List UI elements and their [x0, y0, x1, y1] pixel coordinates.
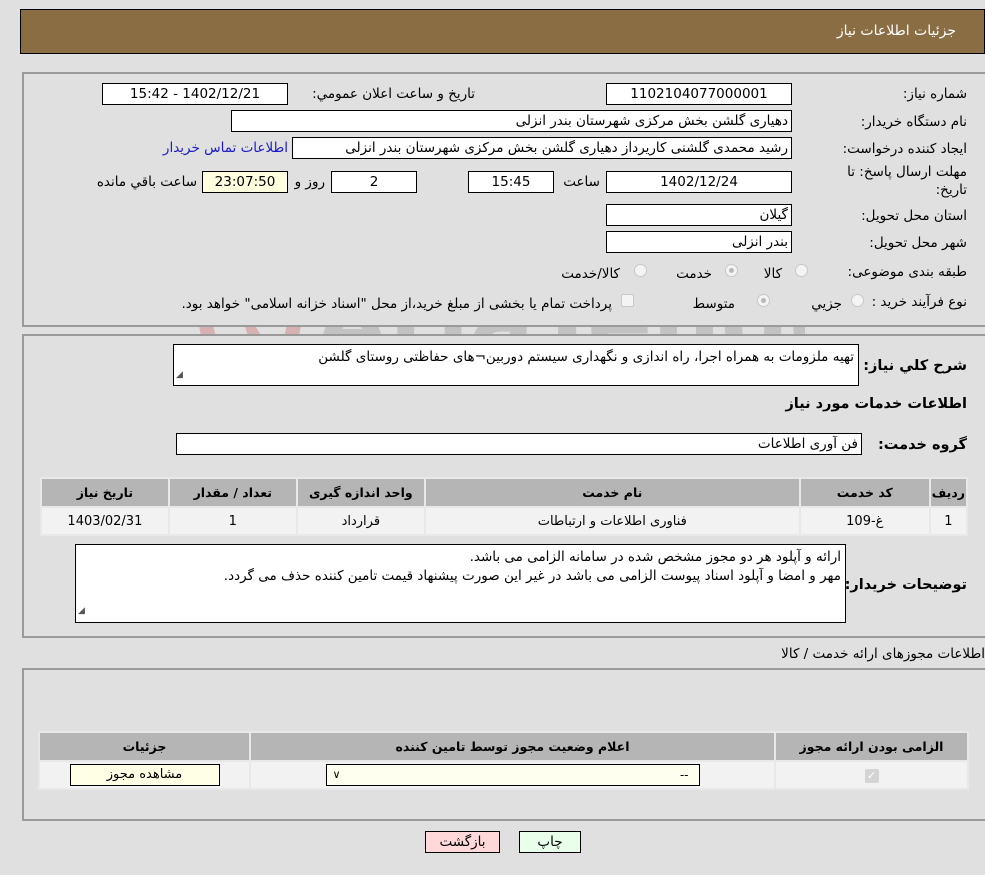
- permit-required-checkbox: ✓: [864, 768, 879, 783]
- cell-row-number: 1: [928, 506, 969, 536]
- process-minor-label: جزیي: [811, 296, 842, 312]
- cell-unit: قرارداد: [295, 506, 426, 536]
- table-row: 1 غ-109 فناوری اطلاعات و ارتباطات قراردا…: [40, 506, 969, 536]
- city-label: شهر محل تحویل:: [869, 235, 967, 251]
- col-permit-status: اعلام وضعیت مجوز توسط تامین کننده: [249, 731, 776, 762]
- page-title: جزئیات اطلاعات نیاز: [836, 23, 956, 39]
- page-header: جزئیات اطلاعات نیاز: [20, 9, 985, 54]
- col-row-number: ردیف: [928, 477, 969, 508]
- buyer-notes-field: ارائه و آپلود هر دو مجوز مشخص شده در سام…: [75, 544, 846, 623]
- resize-grip-icon[interactable]: ◢: [78, 602, 85, 621]
- need-number-field: 1102104077000001: [606, 83, 792, 105]
- need-description-label: شرح کلي نیاز:: [863, 358, 967, 374]
- permit-status-value: --: [679, 768, 689, 782]
- remaining-time-field: 23:07:50: [202, 171, 288, 193]
- buyer-org-field: دهیاری گلشن بخش مرکزی شهرستان بندر انزلی: [231, 110, 792, 132]
- services-table: ردیف کد خدمت نام خدمت واحد اندازه گیری ت…: [40, 477, 969, 536]
- category-service-label: خدمت: [676, 266, 712, 282]
- buyer-org-label: نام دستگاه خریدار:: [860, 114, 967, 130]
- col-permit-details: جزئیات: [38, 731, 251, 762]
- province-label: استان محل تحویل:: [861, 208, 967, 224]
- cell-quantity: 1: [167, 506, 298, 536]
- process-label: نوع فرآیند خرید :: [871, 294, 967, 310]
- view-permit-button[interactable]: مشاهده مجوز: [69, 764, 220, 786]
- col-service-name: نام خدمت: [423, 477, 801, 508]
- days-remaining-field: 2: [331, 171, 417, 193]
- service-group-label: گروه خدمت:: [877, 437, 967, 453]
- deadline-time-label: ساعت: [563, 174, 600, 190]
- resize-grip-icon[interactable]: ◢: [176, 366, 183, 384]
- print-button[interactable]: چاپ: [519, 831, 581, 853]
- col-permit-required: الزامی بودن ارائه مجوز: [774, 731, 969, 762]
- days-label: روز و: [294, 174, 325, 190]
- services-table-header: ردیف کد خدمت نام خدمت واحد اندازه گیری ت…: [40, 477, 969, 508]
- need-number-label: شماره نیاز:: [902, 86, 967, 102]
- process-radio-medium[interactable]: [757, 294, 770, 307]
- cell-permit-details: مشاهده مجوز: [38, 760, 251, 790]
- category-radio-goods-service[interactable]: [634, 264, 647, 277]
- need-description-text: تهیه ملزومات به همراه اجرا، راه اندازی و…: [318, 349, 854, 365]
- buyer-notes-label: توضیحات خریدار:: [844, 577, 967, 593]
- chevron-down-icon: ∨: [332, 768, 341, 781]
- cell-permit-required: ✓: [774, 760, 969, 790]
- treasury-checkbox[interactable]: [621, 294, 634, 307]
- deadline-date-field: 1402/12/24: [606, 171, 792, 193]
- cell-service-code: غ-109: [798, 506, 931, 536]
- col-need-date: تاریخ نیاز: [40, 477, 170, 508]
- category-goods-service-label: کالا/خدمت: [561, 266, 620, 282]
- remaining-time-label: ساعت باقي مانده: [96, 174, 197, 190]
- back-button[interactable]: بازگشت: [425, 831, 500, 853]
- buyer-notes-line-2: مهر و امضا و آپلود اسناد پیوست الزامی می…: [223, 568, 841, 584]
- process-radio-minor[interactable]: [851, 294, 864, 307]
- creator-field: رشید محمدی گلشنی کاریرداز دهیاری گلشن بخ…: [292, 137, 792, 159]
- category-label: طبقه بندی موضوعی:: [847, 264, 967, 280]
- category-goods-label: کالا: [763, 266, 782, 282]
- announce-field: 1402/12/21 - 15:42: [102, 83, 288, 105]
- services-section-title: اطلاعات خدمات مورد نیاز: [785, 396, 967, 412]
- col-service-code: کد خدمت: [798, 477, 931, 508]
- permits-section-title: اطلاعات مجوزهای ارائه خدمت / کالا: [781, 646, 985, 662]
- cell-permit-status: -- ∨: [249, 760, 776, 790]
- cell-service-name: فناوری اطلاعات و ارتباطات: [423, 506, 801, 536]
- city-field: بندر انزلی: [606, 231, 792, 253]
- buyer-contact-link[interactable]: اطلاعات تماس خریدار: [163, 140, 288, 156]
- announce-label: تاریخ و ساعت اعلان عمومي:: [312, 86, 475, 102]
- col-unit: واحد اندازه گیری: [295, 477, 426, 508]
- col-quantity: تعداد / مقدار: [167, 477, 298, 508]
- treasury-note: پرداخت تمام یا بخشی از مبلغ خرید،از محل …: [181, 296, 612, 312]
- creator-label: ایجاد کننده درخواست:: [842, 141, 967, 157]
- deadline-label: مهلت ارسال پاسخ: تا تاریخ:: [847, 164, 967, 198]
- process-medium-label: متوسط: [692, 296, 735, 312]
- deadline-time-field: 15:45: [468, 171, 554, 193]
- permit-status-select[interactable]: -- ∨: [325, 764, 700, 786]
- service-group-field: فن آوری اطلاعات: [176, 433, 862, 455]
- category-radio-goods[interactable]: [795, 264, 808, 277]
- need-description-field: تهیه ملزومات به همراه اجرا، راه اندازی و…: [173, 344, 859, 386]
- permits-table: الزامی بودن ارائه مجوز اعلام وضعیت مجوز …: [38, 731, 969, 790]
- buyer-notes-line-1: ارائه و آپلود هر دو مجوز مشخص شده در سام…: [469, 549, 841, 565]
- permits-table-header: الزامی بودن ارائه مجوز اعلام وضعیت مجوز …: [38, 731, 969, 762]
- category-radio-service[interactable]: [725, 264, 738, 277]
- province-field: گیلان: [606, 204, 792, 226]
- cell-need-date: 1403/02/31: [40, 506, 170, 536]
- table-row: ✓ -- ∨ مشاهده مجوز: [38, 760, 969, 790]
